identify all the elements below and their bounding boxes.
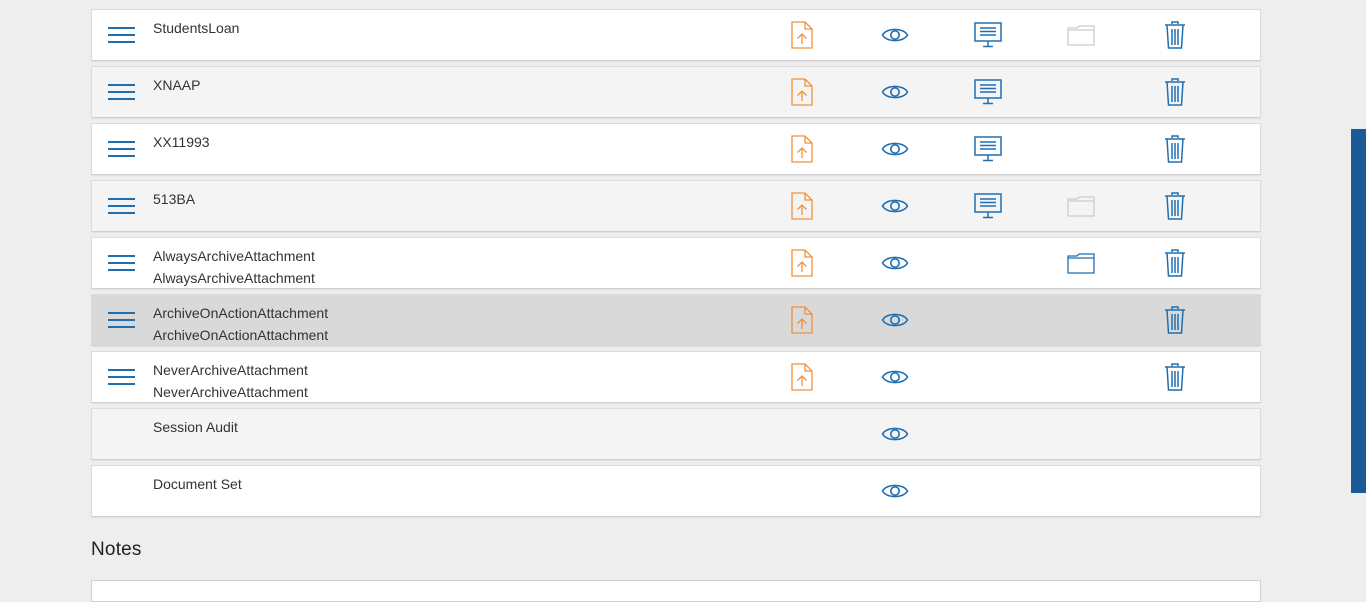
upload-file-icon[interactable]	[789, 352, 815, 402]
upload-file-icon[interactable]	[789, 10, 815, 60]
upload-file-icon[interactable]	[789, 124, 815, 174]
table-row[interactable]: ArchiveOnActionAttachment ArchiveOnAction…	[91, 294, 1261, 346]
trash-icon[interactable]	[1162, 67, 1188, 117]
presentation-icon[interactable]	[974, 67, 1002, 117]
trash-icon[interactable]	[1162, 295, 1188, 345]
trash-icon[interactable]	[1162, 181, 1188, 231]
trash-icon[interactable]	[1162, 238, 1188, 288]
row-title: AlwaysArchiveAttachment	[153, 248, 315, 264]
row-title: XX11993	[153, 134, 210, 150]
drag-handle-icon[interactable]	[108, 198, 135, 214]
eye-icon[interactable]	[881, 181, 909, 231]
drag-handle-icon[interactable]	[108, 369, 135, 385]
row-name: XNAAP	[153, 74, 200, 96]
drag-handle-icon[interactable]	[108, 255, 135, 271]
row-title: Document Set	[153, 476, 242, 492]
row-title: 513BA	[153, 191, 196, 207]
upload-file-icon[interactable]	[789, 67, 815, 117]
upload-file-icon[interactable]	[789, 238, 815, 288]
row-name: Session Audit	[153, 416, 238, 438]
table-row[interactable]: StudentsLoan	[91, 9, 1261, 61]
presentation-icon[interactable]	[974, 124, 1002, 174]
notes-panel	[91, 580, 1261, 602]
table-row[interactable]: XX11993	[91, 123, 1261, 175]
table-row[interactable]: Document Set	[91, 465, 1261, 517]
row-subtitle: AlwaysArchiveAttachment	[153, 270, 315, 286]
eye-icon[interactable]	[881, 10, 909, 60]
drag-handle-icon[interactable]	[108, 27, 135, 43]
table-row[interactable]: Session Audit	[91, 408, 1261, 460]
row-name: StudentsLoan	[153, 17, 239, 39]
eye-icon[interactable]	[881, 238, 909, 288]
folder-icon[interactable]	[1067, 238, 1095, 288]
table-row[interactable]: XNAAP	[91, 66, 1261, 118]
table-row[interactable]: 513BA	[91, 180, 1261, 232]
table-row[interactable]: NeverArchiveAttachment NeverArchiveAttach…	[91, 351, 1261, 403]
row-name: AlwaysArchiveAttachment AlwaysArchiveAtta…	[153, 245, 315, 289]
drag-handle-icon[interactable]	[108, 312, 135, 328]
row-title: StudentsLoan	[153, 20, 240, 36]
row-subtitle: NeverArchiveAttachment	[153, 384, 308, 400]
row-name: 513BA	[153, 188, 195, 210]
eye-icon[interactable]	[881, 295, 909, 345]
row-name: XX11993	[153, 131, 210, 153]
row-title: XNAAP	[153, 77, 201, 93]
drag-handle-icon[interactable]	[108, 84, 135, 100]
row-title: Session Audit	[153, 419, 238, 435]
row-name: ArchiveOnActionAttachment ArchiveOnAction…	[153, 302, 328, 346]
row-title: NeverArchiveAttachment	[153, 362, 308, 378]
presentation-icon[interactable]	[974, 10, 1002, 60]
eye-icon[interactable]	[881, 466, 909, 516]
upload-file-icon[interactable]	[789, 181, 815, 231]
row-name: NeverArchiveAttachment NeverArchiveAttach…	[153, 359, 308, 403]
folder-icon	[1067, 181, 1095, 231]
upload-file-icon[interactable]	[789, 295, 815, 345]
row-name: Document Set	[153, 473, 242, 495]
notes-heading: Notes	[91, 539, 142, 560]
table-row[interactable]: AlwaysArchiveAttachment AlwaysArchiveAtta…	[91, 237, 1261, 289]
row-subtitle: ArchiveOnActionAttachment	[153, 327, 329, 343]
trash-icon[interactable]	[1162, 10, 1188, 60]
eye-icon[interactable]	[881, 352, 909, 402]
eye-icon[interactable]	[881, 67, 909, 117]
row-title: ArchiveOnActionAttachment	[153, 305, 329, 321]
folder-icon	[1067, 10, 1095, 60]
presentation-icon[interactable]	[974, 181, 1002, 231]
eye-icon[interactable]	[881, 124, 909, 174]
eye-icon[interactable]	[881, 409, 909, 459]
trash-icon[interactable]	[1162, 352, 1188, 402]
trash-icon[interactable]	[1162, 124, 1188, 174]
scrollbar-thumb[interactable]	[1351, 129, 1366, 493]
drag-handle-icon[interactable]	[108, 141, 135, 157]
